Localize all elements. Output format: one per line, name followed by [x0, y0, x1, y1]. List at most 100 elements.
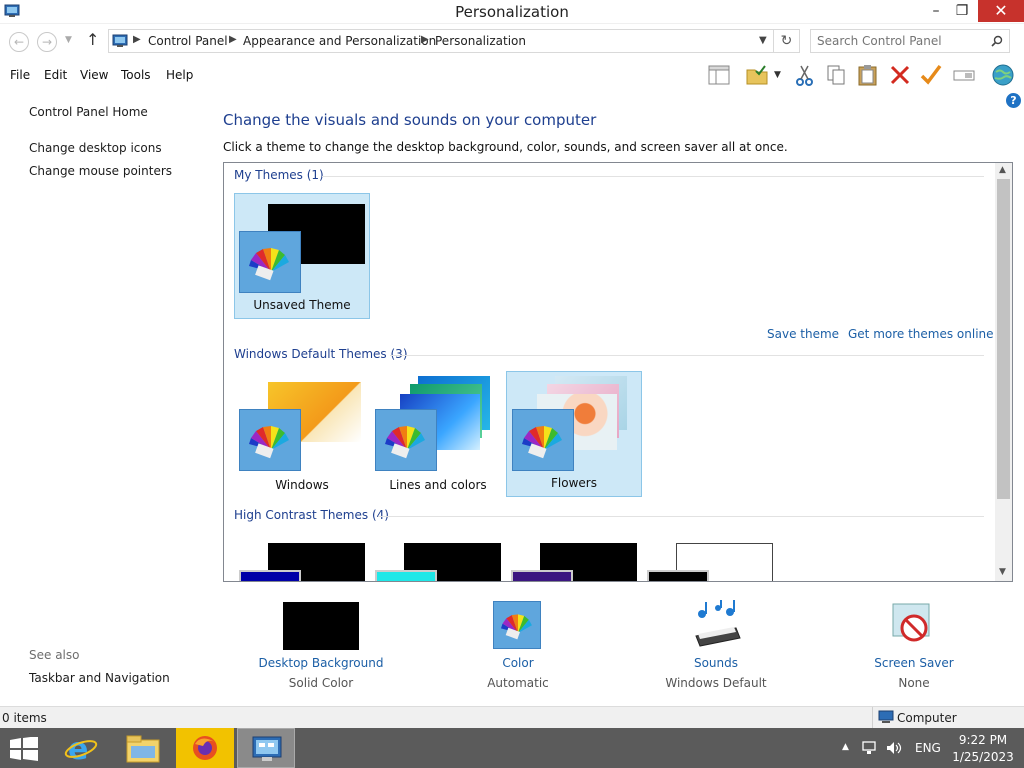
show-hidden-icons-icon[interactable]: ▲ [842, 742, 849, 752]
status-divider [872, 707, 873, 728]
scroll-down-icon[interactable]: ▼ [999, 567, 1006, 577]
control-panel-home-link[interactable]: Control Panel Home [29, 105, 148, 119]
setting-value: Solid Color [288, 676, 354, 690]
menu-file[interactable]: File [10, 68, 30, 82]
address-bar[interactable]: ▶ Control Panel ▶ Appearance and Persona… [108, 29, 774, 53]
layout-icon[interactable] [706, 62, 732, 88]
setting-title[interactable]: Sounds [636, 656, 796, 670]
search-box[interactable] [810, 29, 1010, 53]
menu-help[interactable]: Help [166, 68, 193, 82]
theme-label: Unsaved Theme [253, 298, 351, 312]
theme-label: Flowers [551, 476, 597, 490]
scroll-thumb[interactable] [997, 179, 1010, 499]
color-palette-icon [239, 231, 301, 293]
setting-title[interactable]: Screen Saver [834, 656, 994, 670]
dropdown-arrow-icon[interactable]: ▼ [774, 70, 781, 80]
control-panel-icon [252, 736, 282, 761]
start-icon[interactable] [10, 737, 38, 761]
breadcrumb-appearance[interactable]: Appearance and Personalization [243, 34, 436, 48]
address-row: ← → ▼ ↑ ▶ Control Panel ▶ Appearance and… [0, 24, 1024, 60]
close-button[interactable]: ✕ [978, 0, 1024, 22]
setting-value: Windows Default [665, 676, 767, 690]
taskbar-firefox-button[interactable] [176, 728, 234, 768]
menu-view[interactable]: View [80, 68, 108, 82]
properties-check-icon[interactable] [918, 62, 944, 88]
delete-icon[interactable] [887, 62, 913, 88]
breadcrumb-separator-icon[interactable]: ▶ [421, 34, 429, 45]
theme-label: Lines and colors [389, 478, 487, 492]
copy-icon[interactable] [823, 62, 849, 88]
page-description: Click a theme to change the desktop back… [223, 140, 788, 154]
control-panel-icon [112, 34, 128, 47]
color-palette-icon [239, 409, 301, 471]
setting-title[interactable]: Color [438, 656, 598, 670]
clock-date[interactable]: 1/25/2023 [952, 750, 1014, 764]
setting-value: Automatic [487, 676, 549, 690]
address-dropdown-icon[interactable]: ▼ [759, 35, 767, 46]
location-label: Computer [897, 711, 957, 725]
refresh-button[interactable]: ↻ [774, 29, 800, 53]
paste-icon[interactable] [855, 62, 881, 88]
change-desktop-icons-link[interactable]: Change desktop icons [29, 141, 162, 155]
theme-tile-windows[interactable]: Windows [234, 372, 370, 498]
color-palette-icon [493, 601, 541, 649]
group-divider [390, 355, 984, 356]
high-contrast-palette [647, 570, 709, 581]
high-contrast-palette [375, 570, 437, 581]
internet-explorer-icon[interactable]: e [64, 732, 98, 764]
up-button[interactable]: ↑ [86, 30, 99, 49]
firefox-icon [193, 736, 217, 760]
title-bar: Personalization – ❐ ✕ [0, 0, 1024, 24]
page-title: Change the visuals and sounds on your co… [223, 111, 597, 129]
color-palette-icon [375, 409, 437, 471]
screen-saver-icon [892, 603, 930, 642]
sounds-icon [695, 600, 741, 647]
menu-tools[interactable]: Tools [121, 68, 151, 82]
forward-button[interactable]: → [37, 32, 57, 52]
scroll-up-icon[interactable]: ▲ [999, 165, 1006, 175]
rename-icon[interactable] [951, 62, 977, 88]
search-icon[interactable] [991, 35, 1003, 47]
theme-label: Windows [275, 478, 329, 492]
folder-check-icon[interactable] [744, 62, 770, 88]
network-icon[interactable] [862, 740, 878, 756]
taskbar-and-navigation-link[interactable]: Taskbar and Navigation [29, 671, 170, 685]
taskbar-control-panel-button[interactable] [237, 728, 295, 768]
back-button[interactable]: ← [9, 32, 29, 52]
setting-title[interactable]: Desktop Background [241, 656, 401, 670]
breadcrumb-separator-icon[interactable]: ▶ [229, 34, 237, 45]
item-count: 0 items [2, 711, 47, 725]
breadcrumb-separator-icon[interactable]: ▶ [133, 34, 141, 45]
input-language[interactable]: ENG [915, 741, 941, 755]
cut-icon[interactable] [792, 62, 818, 88]
high-contrast-palette [511, 570, 573, 581]
menu-edit[interactable]: Edit [44, 68, 67, 82]
window-title: Personalization [455, 3, 569, 21]
status-bar: 0 items Computer [0, 706, 1024, 728]
breadcrumb-control-panel[interactable]: Control Panel [148, 34, 228, 48]
color-palette-icon [512, 409, 574, 471]
theme-list-scrollbar[interactable]: ▲ ▼ [995, 163, 1012, 581]
high-contrast-palette [239, 570, 301, 581]
theme-list[interactable]: My Themes (1) Unsaved Theme Save theme G… [223, 162, 1013, 582]
get-more-themes-link[interactable]: Get more themes online [848, 327, 994, 341]
desktop-background-icon [283, 602, 359, 650]
theme-tile-flowers[interactable]: Flowers [506, 371, 642, 497]
change-mouse-pointers-link[interactable]: Change mouse pointers [29, 164, 172, 178]
volume-icon[interactable] [886, 740, 902, 756]
theme-tile-lines-and-colors[interactable]: Lines and colors [370, 372, 506, 498]
recent-pages-dropdown-icon[interactable]: ▼ [65, 35, 72, 45]
globe-icon[interactable] [990, 62, 1016, 88]
theme-tile-unsaved[interactable]: Unsaved Theme [234, 193, 370, 319]
save-theme-link[interactable]: Save theme [767, 327, 839, 341]
search-input[interactable] [817, 33, 987, 49]
file-explorer-icon[interactable] [125, 734, 161, 764]
clock-time[interactable]: 9:22 PM [958, 733, 1008, 747]
setting-value: None [898, 676, 930, 690]
help-icon[interactable]: ? [1006, 93, 1021, 108]
maximize-button[interactable]: ❐ [947, 0, 977, 22]
see-also-label: See also [29, 648, 80, 662]
computer-icon [878, 710, 894, 723]
breadcrumb-personalization[interactable]: Personalization [435, 34, 526, 48]
group-header-high-contrast: High Contrast Themes (4) [234, 508, 389, 522]
